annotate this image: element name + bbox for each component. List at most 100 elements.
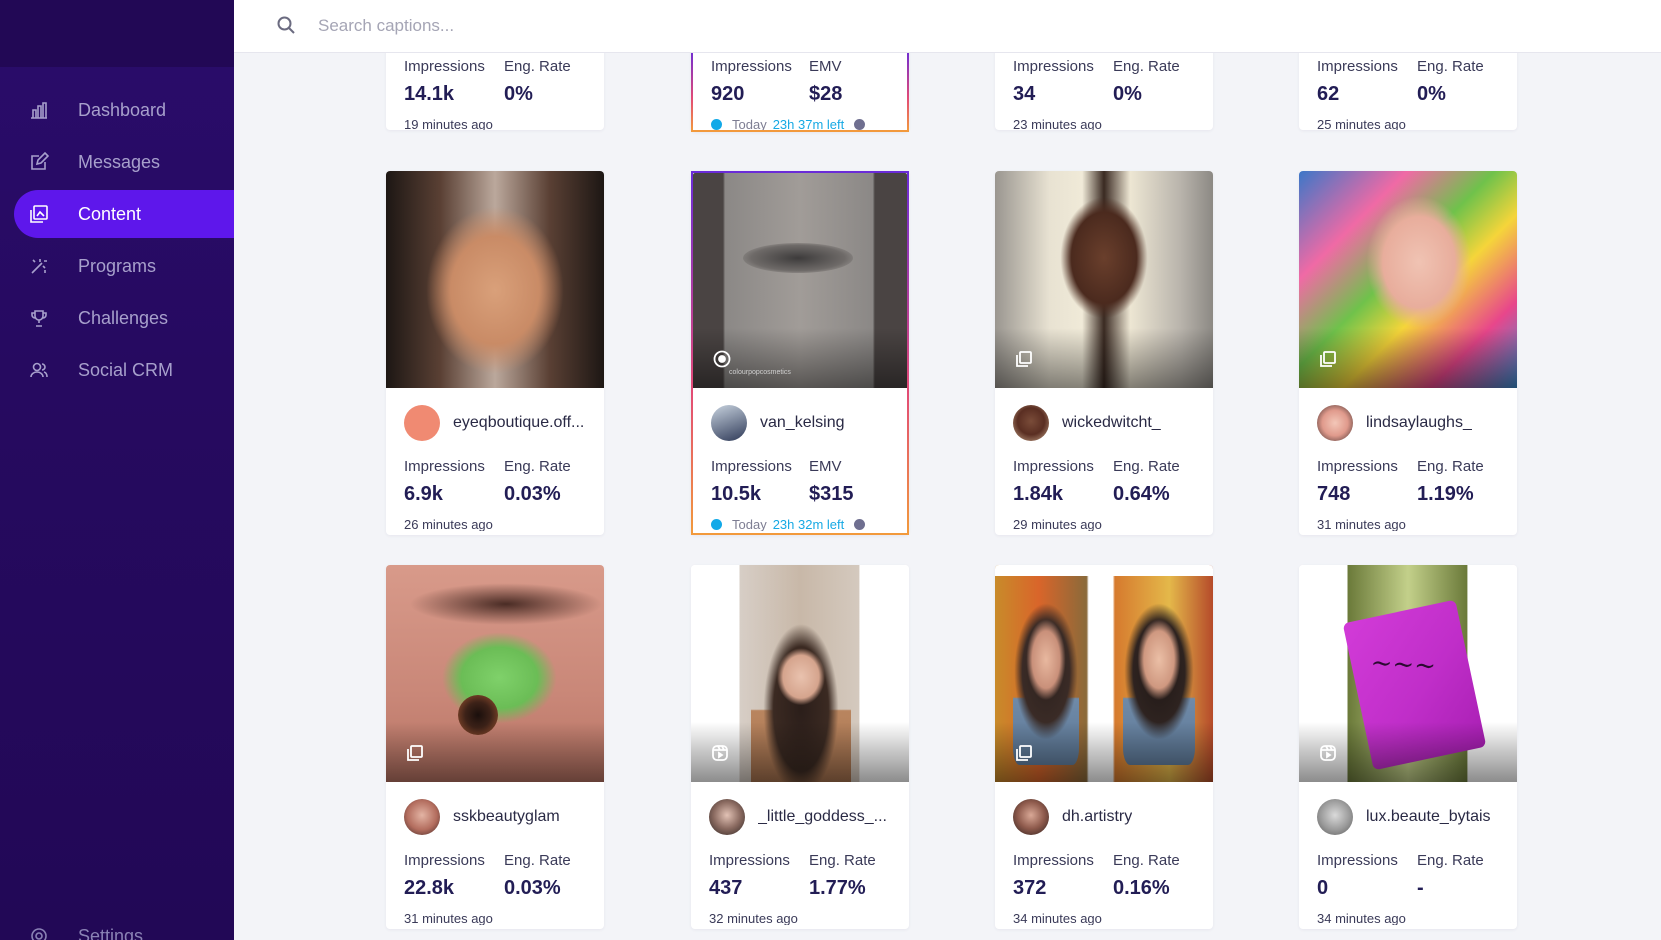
- post-thumbnail[interactable]: [386, 171, 604, 388]
- timestamp: 19 minutes ago: [404, 117, 493, 130]
- stat-label: Eng. Rate: [1113, 58, 1180, 75]
- eng-rate-value: 0.64%: [1113, 483, 1170, 505]
- content-card[interactable]: wickedwitcht_ Impressions 1.84k Eng. Rate…: [995, 171, 1213, 535]
- stat-label: Impressions: [1013, 58, 1094, 75]
- reel-icon: [711, 744, 729, 762]
- impressions-value: 920: [711, 83, 745, 105]
- info-icon[interactable]: [854, 118, 866, 130]
- eng-rate-value: 1.19%: [1417, 483, 1474, 505]
- impressions-value: 372: [1013, 877, 1047, 899]
- avatar[interactable]: [711, 405, 747, 441]
- avatar[interactable]: [1013, 405, 1049, 441]
- edit-icon: [28, 151, 50, 173]
- stat-label: Eng. Rate: [504, 458, 571, 475]
- username[interactable]: dh.artistry: [1062, 808, 1132, 826]
- carousel-icon: [1319, 350, 1337, 368]
- content-card[interactable]: ~~~ lux.beaute_bytais Impressions 0 Eng. …: [1299, 565, 1517, 929]
- avatar[interactable]: [1317, 405, 1353, 441]
- stat-label: Impressions: [711, 458, 792, 475]
- impressions-value: 0: [1317, 877, 1329, 899]
- timestamp: 29 minutes ago: [1013, 517, 1102, 531]
- bar-chart-icon: [28, 99, 50, 121]
- clock-icon: [711, 118, 722, 130]
- content-card[interactable]: Impressions 34 Eng. Rate 0% 23 minutes ago: [995, 53, 1213, 130]
- stat-label: Impressions: [404, 58, 485, 75]
- content-card[interactable]: sskbeautyglam Impressions 22.8k Eng. Rate…: [386, 565, 604, 929]
- trophy-icon: [28, 307, 50, 329]
- content-card[interactable]: dh.artistry Impressions 372 Eng. Rate 0.16…: [995, 565, 1213, 929]
- avatar[interactable]: [1317, 799, 1353, 835]
- reel-icon: [1319, 744, 1337, 762]
- sparkle-icon: [28, 255, 50, 277]
- sidebar-item-label: Social CRM: [78, 359, 174, 380]
- gallery-icon: [28, 203, 50, 225]
- sidebar-item-dashboard[interactable]: Dashboard: [14, 86, 234, 134]
- sidebar-item-label: Messages: [78, 151, 161, 172]
- eng-rate-value: 0%: [1113, 83, 1142, 105]
- post-thumbnail[interactable]: [386, 565, 604, 782]
- time-left: 23h 32m left: [772, 517, 845, 531]
- stat-label: Impressions: [1013, 458, 1094, 475]
- content-card[interactable]: Impressions 920 EMV $28 Today 23h 37m left: [691, 53, 909, 132]
- sidebar-item-settings[interactable]: Settings: [28, 925, 143, 940]
- eng-rate-value: 0.16%: [1113, 877, 1170, 899]
- sidebar-item-social-crm[interactable]: Social CRM: [14, 346, 234, 394]
- username[interactable]: eyeqboutique.off...: [453, 414, 584, 432]
- stat-label: Impressions: [1013, 852, 1094, 869]
- content-card[interactable]: eyeqboutique.off... Impressions 6.9k Eng.…: [386, 171, 604, 535]
- eng-rate-value: 0%: [504, 83, 533, 105]
- avatar[interactable]: [1013, 799, 1049, 835]
- content-card[interactable]: colourpopcosmetics van_kelsing Impressio…: [691, 171, 909, 535]
- stat-label: Impressions: [711, 58, 792, 75]
- avatar[interactable]: [404, 405, 440, 441]
- sidebar-item-challenges[interactable]: Challenges: [14, 294, 234, 342]
- sidebar-item-messages[interactable]: Messages: [14, 138, 234, 186]
- avatar[interactable]: [404, 799, 440, 835]
- sidebar-nav: Dashboard Messages Content Programs Chal…: [0, 67, 234, 394]
- stat-label: Eng. Rate: [1113, 458, 1180, 475]
- carousel-icon: [406, 744, 424, 762]
- post-thumbnail[interactable]: [1299, 171, 1517, 388]
- timestamp: 31 minutes ago: [404, 911, 493, 925]
- emv-value: $315: [809, 483, 854, 505]
- timestamp: 23 minutes ago: [1013, 117, 1102, 130]
- timestamp: 26 minutes ago: [404, 517, 493, 531]
- search-icon[interactable]: [276, 15, 298, 37]
- sidebar-item-label: Programs: [78, 255, 157, 276]
- username[interactable]: sskbeautyglam: [453, 808, 560, 826]
- info-icon[interactable]: [854, 518, 866, 530]
- post-thumbnail[interactable]: ~~~: [1299, 565, 1517, 782]
- avatar[interactable]: [709, 799, 745, 835]
- impressions-value: 748: [1317, 483, 1351, 505]
- content-card[interactable]: lindsaylaughs_ Impressions 748 Eng. Rate 1…: [1299, 171, 1517, 535]
- username[interactable]: _little_goddess_...: [758, 808, 887, 826]
- content-card[interactable]: _little_goddess_... Impressions 437 Eng. …: [691, 565, 909, 929]
- username[interactable]: van_kelsing: [760, 414, 845, 432]
- sidebar-item-programs[interactable]: Programs: [14, 242, 234, 290]
- sidebar-item-content[interactable]: Content: [14, 190, 234, 238]
- deadline-day: Today: [732, 517, 767, 531]
- username[interactable]: lux.beaute_bytais: [1366, 808, 1491, 826]
- post-thumbnail[interactable]: [995, 171, 1213, 388]
- username[interactable]: wickedwitcht_: [1062, 414, 1161, 432]
- content-card[interactable]: Impressions 14.1k Eng. Rate 0% 19 minutes …: [386, 53, 604, 130]
- username[interactable]: lindsaylaughs_: [1366, 414, 1472, 432]
- users-icon: [28, 359, 50, 381]
- stat-label: Impressions: [404, 458, 485, 475]
- post-thumbnail[interactable]: colourpopcosmetics: [693, 173, 907, 388]
- sidebar-header: [0, 0, 234, 67]
- stat-label: Impressions: [1317, 458, 1398, 475]
- post-thumbnail[interactable]: [691, 565, 909, 782]
- timestamp: 32 minutes ago: [709, 911, 798, 925]
- sidebar-item-label: Dashboard: [78, 99, 167, 120]
- content-card[interactable]: Impressions 62 Eng. Rate 0% 25 minutes ago: [1299, 53, 1517, 130]
- impressions-value: 10.5k: [711, 483, 762, 505]
- eng-rate-value: 0.03%: [504, 483, 561, 505]
- post-thumbnail[interactable]: [995, 565, 1213, 782]
- stat-label: Eng. Rate: [1113, 852, 1180, 869]
- search-input[interactable]: [318, 16, 918, 36]
- impressions-value: 6.9k: [404, 483, 443, 505]
- stat-label: Eng. Rate: [809, 852, 876, 869]
- emv-value: $28: [809, 83, 843, 105]
- sidebar: Dashboard Messages Content Programs Chal…: [0, 0, 234, 940]
